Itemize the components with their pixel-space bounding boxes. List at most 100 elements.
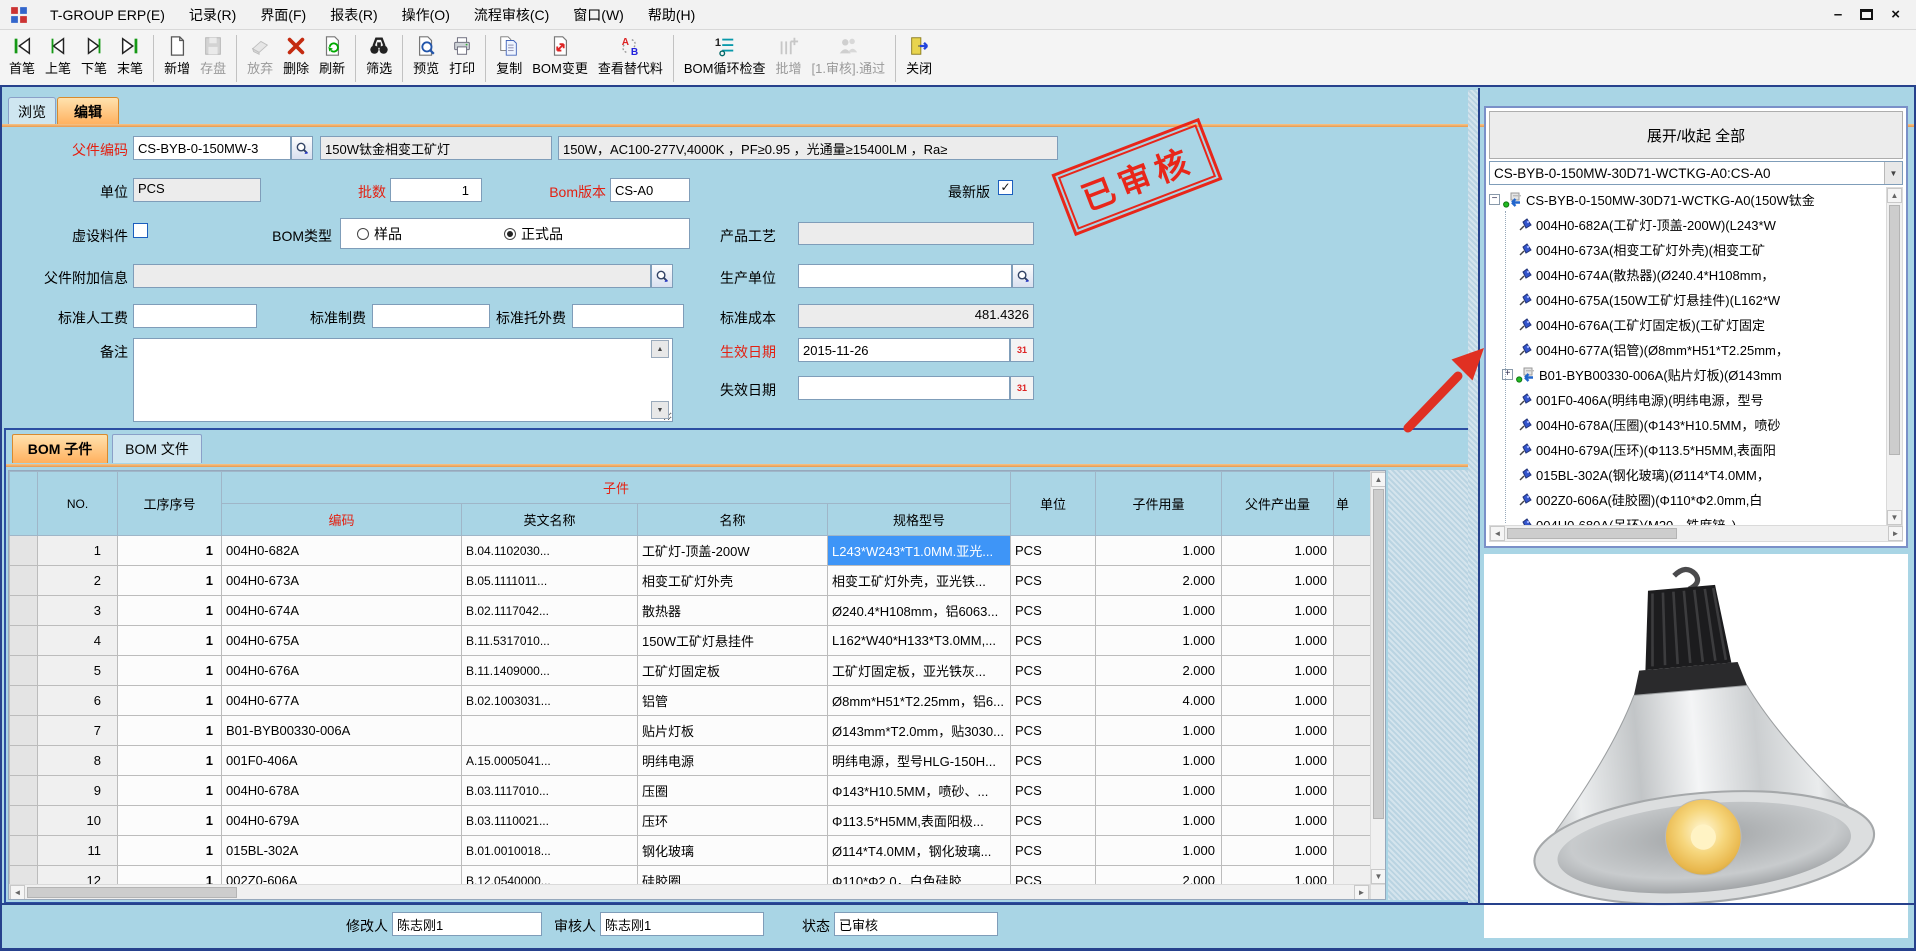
unit-header[interactable]: 单位 — [1011, 472, 1096, 536]
cell-spec[interactable]: Ø143mm*T2.0mm，贴3030... — [828, 716, 1011, 746]
cell-code[interactable]: 004H0-676A — [222, 656, 462, 686]
cell-name[interactable]: 压圈 — [638, 776, 828, 806]
row-selector[interactable] — [10, 806, 38, 836]
cell-extra[interactable] — [1334, 776, 1371, 806]
cell-name[interactable]: 贴片灯板 — [638, 716, 828, 746]
cell-spec[interactable]: Φ113.5*H5MM,表面阳极... — [828, 806, 1011, 836]
parent-code-lookup-button[interactable] — [291, 136, 313, 160]
tab-edit[interactable]: 编辑 — [57, 97, 119, 125]
cell-qty[interactable]: 1.000 — [1096, 596, 1222, 626]
row-selector[interactable] — [10, 626, 38, 656]
qty-header[interactable]: 子件用量 — [1096, 472, 1222, 536]
tree-item[interactable]: 002Z0-606A(硅胶圈)(Φ110*Φ2.0mm,白 — [1489, 487, 1886, 512]
cell-parent-qty[interactable]: 1.000 — [1222, 626, 1334, 656]
cell-unit[interactable]: PCS — [1011, 626, 1096, 656]
cell-en-name[interactable]: B.11.5317010... — [462, 626, 638, 656]
cell-code[interactable]: 004H0-677A — [222, 686, 462, 716]
table-vertical-scrollbar[interactable]: ▲ ▼ — [1370, 471, 1386, 884]
tab-browse[interactable]: 浏览 — [8, 97, 56, 125]
parent-code-input[interactable] — [133, 136, 291, 160]
cell-no[interactable]: 4 — [38, 626, 118, 656]
cell-parent-qty[interactable]: 1.000 — [1222, 716, 1334, 746]
cell-qty[interactable]: 2.000 — [1096, 566, 1222, 596]
cell-code[interactable]: B01-BYB00330-006A — [222, 716, 462, 746]
cell-qty[interactable]: 1.000 — [1096, 836, 1222, 866]
tree-root[interactable]: −CS-BYB-0-150MW-30D71-WCTKG-A0(150W钛金 — [1489, 187, 1886, 212]
cell-seq[interactable]: 1 — [118, 626, 222, 656]
tree-item[interactable]: 004H0-676A(工矿灯固定板)(工矿灯固定 — [1489, 312, 1886, 337]
toolbar-bomchange-button[interactable]: BOM变更 — [527, 33, 593, 78]
menu-item-2[interactable]: 报表(R) — [318, 1, 389, 29]
expand-collapse-all-button[interactable]: 展开/收起 全部 — [1489, 111, 1903, 159]
cell-no[interactable]: 10 — [38, 806, 118, 836]
restore-button[interactable] — [1860, 9, 1873, 20]
modifier-input[interactable] — [392, 912, 542, 936]
cell-en-name[interactable]: B.01.0010018... — [462, 836, 638, 866]
cell-spec[interactable]: 明纬电源，型号HLG-150H... — [828, 746, 1011, 776]
cell-name[interactable]: 压环 — [638, 806, 828, 836]
tree-vertical-scrollbar[interactable]: ▲ ▼ — [1886, 187, 1903, 525]
cell-seq[interactable]: 1 — [118, 686, 222, 716]
prod-unit-lookup-button[interactable] — [1012, 264, 1034, 288]
expire-date-input[interactable] — [798, 376, 1010, 400]
cell-spec[interactable]: Ø8mm*H51*T2.25mm，铝6... — [828, 686, 1011, 716]
tree-item[interactable]: 004H0-673A(相变工矿灯外壳)(相变工矿 — [1489, 237, 1886, 262]
cell-seq[interactable]: 1 — [118, 596, 222, 626]
cell-seq[interactable]: 1 — [118, 776, 222, 806]
cell-unit[interactable]: PCS — [1011, 836, 1096, 866]
prod-unit-input[interactable] — [798, 264, 1012, 288]
cell-seq[interactable]: 1 — [118, 746, 222, 776]
scroll-left-icon[interactable]: ◄ — [1490, 526, 1505, 541]
tree-item[interactable]: 001F0-406A(明纬电源)(明纬电源，型号 — [1489, 387, 1886, 412]
tree-item[interactable]: 004H0-675A(150W工矿灯悬挂件)(L162*W — [1489, 287, 1886, 312]
cell-qty[interactable]: 1.000 — [1096, 536, 1222, 566]
cell-en-name[interactable]: B.11.1409000... — [462, 656, 638, 686]
tree-item[interactable]: 004H0-674A(散热器)(Ø240.4*H108mm， — [1489, 262, 1886, 287]
cell-qty[interactable]: 2.000 — [1096, 656, 1222, 686]
cell-seq[interactable]: 1 — [118, 566, 222, 596]
cell-code[interactable]: 004H0-682A — [222, 536, 462, 566]
cell-en-name[interactable]: B.05.1111011... — [462, 566, 638, 596]
cell-en-name[interactable]: A.15.0005041... — [462, 746, 638, 776]
cell-parent-qty[interactable]: 1.000 — [1222, 746, 1334, 776]
seq-header[interactable]: 工序序号 — [118, 472, 222, 536]
cell-name[interactable]: 工矿灯-顶盖-200W — [638, 536, 828, 566]
cell-extra[interactable] — [1334, 656, 1371, 686]
virtual-part-checkbox[interactable] — [133, 223, 148, 238]
toolbar-refresh-button[interactable]: 刷新 — [314, 33, 350, 78]
bom-version-input[interactable] — [610, 178, 690, 202]
cell-qty[interactable]: 1.000 — [1096, 746, 1222, 776]
toolbar-new-button[interactable]: 新增 — [159, 33, 195, 78]
cell-extra[interactable] — [1334, 536, 1371, 566]
scrollbar-thumb[interactable] — [1889, 205, 1900, 455]
cell-no[interactable]: 6 — [38, 686, 118, 716]
cell-name[interactable]: 工矿灯固定板 — [638, 656, 828, 686]
cell-en-name[interactable]: B.02.1117042... — [462, 596, 638, 626]
cell-extra[interactable] — [1334, 596, 1371, 626]
cell-extra[interactable] — [1334, 716, 1371, 746]
cell-qty[interactable]: 1.000 — [1096, 626, 1222, 656]
table-horizontal-scrollbar[interactable]: ◄ ► — [9, 884, 1370, 900]
effective-date-input[interactable] — [798, 338, 1010, 362]
tree-horizontal-scrollbar[interactable]: ◄ ► — [1489, 525, 1903, 542]
scroll-right-icon[interactable]: ► — [1888, 526, 1903, 541]
scroll-down-icon[interactable]: ▼ — [1371, 869, 1386, 884]
cell-name[interactable]: 钢化玻璃 — [638, 836, 828, 866]
cell-en-name[interactable]: B.03.1110021... — [462, 806, 638, 836]
collapse-icon[interactable]: − — [1489, 194, 1500, 205]
scrollbar-thumb[interactable] — [27, 887, 237, 898]
toolbar-last-button[interactable]: 末笔 — [112, 33, 148, 78]
cell-code[interactable]: 004H0-675A — [222, 626, 462, 656]
parent-extra-lookup-button[interactable] — [651, 264, 673, 288]
latest-version-checkbox[interactable]: ✓ — [998, 180, 1013, 195]
truncated-header[interactable]: 单 — [1334, 472, 1371, 536]
cell-seq[interactable]: 1 — [118, 836, 222, 866]
cell-en-name[interactable]: B.02.1003031... — [462, 686, 638, 716]
cell-unit[interactable]: PCS — [1011, 566, 1096, 596]
cell-unit[interactable]: PCS — [1011, 656, 1096, 686]
cell-unit[interactable]: PCS — [1011, 716, 1096, 746]
outsource-cost-input[interactable] — [572, 304, 684, 328]
cell-no[interactable]: 11 — [38, 836, 118, 866]
panel-splitter[interactable] — [1468, 90, 1478, 903]
toolbar-prev-button[interactable]: 上笔 — [40, 33, 76, 78]
